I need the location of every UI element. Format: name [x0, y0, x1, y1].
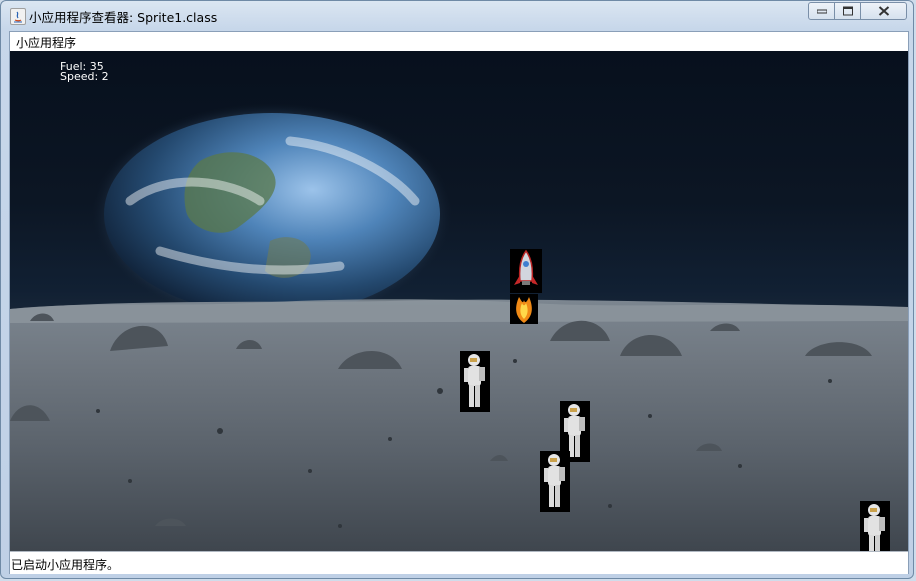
java-icon: [10, 8, 26, 25]
applet-menu-label: 小应用程序: [16, 36, 77, 50]
status-bar: 已启动小应用程序。: [10, 551, 908, 574]
client-area: 小应用程序 Fuel: 35 Speed: 2 已启动小应用程序。: [9, 31, 909, 574]
moon-scene-canvas[interactable]: Fuel: 35 Speed: 2: [10, 51, 908, 551]
minimize-icon: [816, 9, 827, 14]
maximize-icon: [842, 6, 853, 16]
maximize-button[interactable]: [834, 2, 861, 20]
moon-background: [10, 103, 908, 551]
close-icon: [878, 6, 889, 16]
window-title: 小应用程序查看器: Sprite1.class: [29, 10, 218, 25]
applet-viewer-window: 小应用程序查看器: Sprite1.class 小应用程序 Fuel: 35 S…: [0, 0, 914, 579]
speed-readout: Speed: 2: [60, 70, 109, 83]
astronaut-sprite: [540, 451, 570, 512]
rocket-sprite: [510, 249, 542, 293]
close-button[interactable]: [860, 2, 907, 20]
astronaut-sprite: [460, 351, 490, 412]
status-text: 已启动小应用程序。: [11, 558, 120, 572]
rocket-flame-sprite: [510, 294, 538, 324]
earth-planet: [104, 113, 440, 315]
title-bar[interactable]: 小应用程序查看器: Sprite1.class: [1, 1, 915, 31]
minimize-button[interactable]: [808, 2, 835, 20]
astronaut-sprite: [860, 501, 890, 551]
